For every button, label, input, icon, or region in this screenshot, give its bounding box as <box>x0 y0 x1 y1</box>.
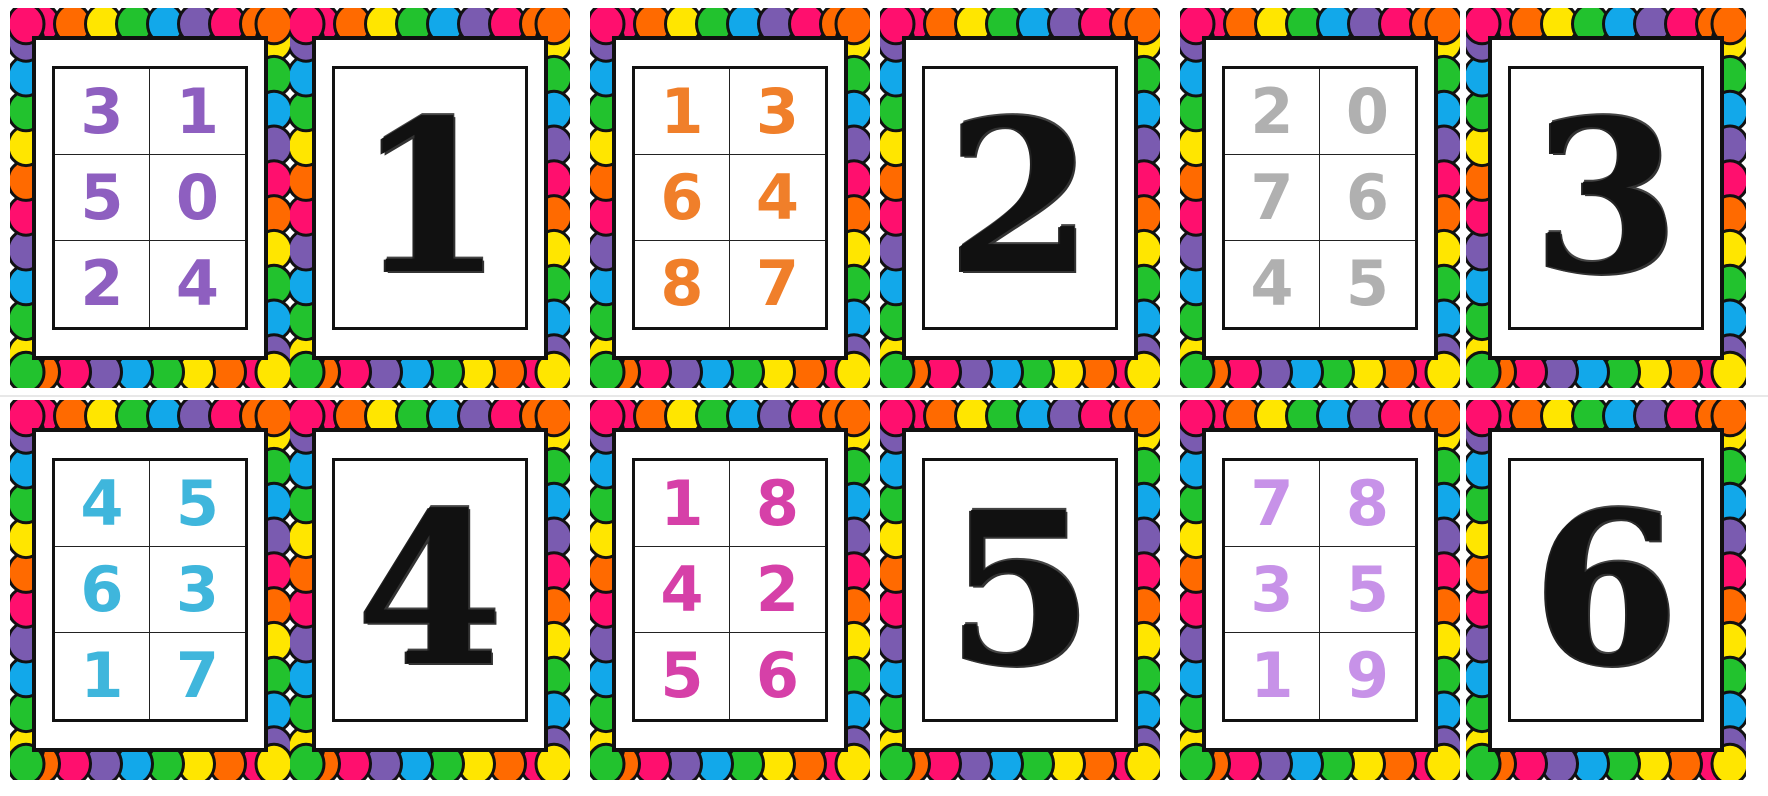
digit-cell: 4 <box>635 547 730 633</box>
digit-cell: 4 <box>1225 241 1320 327</box>
digit-cell: 0 <box>1320 69 1415 155</box>
digit-cell: 5 <box>55 155 150 241</box>
card-frame: 315024 <box>52 66 248 330</box>
big-number-card: 3 <box>1466 8 1746 388</box>
card-paper: 456317 <box>32 428 268 752</box>
card-frame: 184256 <box>632 458 828 722</box>
card-paper: 207645 <box>1202 36 1438 360</box>
digit-cell: 4 <box>730 155 825 241</box>
digit-cell: 6 <box>635 155 730 241</box>
card-frame: 207645 <box>1222 66 1418 330</box>
digit-cell: 6 <box>55 547 150 633</box>
card-paper: 5 <box>902 428 1138 752</box>
digit-cell: 1 <box>150 69 245 155</box>
digit-grid: 456317 <box>55 461 245 719</box>
number-grid-card: 783519 <box>1180 400 1460 780</box>
card-frame: 5 <box>922 458 1118 722</box>
flashcard-sheet: 3150241136487220764534563174184256578351… <box>0 0 1768 796</box>
digit-cell: 3 <box>1225 547 1320 633</box>
number-grid-card: 456317 <box>10 400 290 780</box>
card-paper: 783519 <box>1202 428 1438 752</box>
number-grid-card: 136487 <box>590 8 870 388</box>
digit-cell: 5 <box>635 633 730 719</box>
digit-cell: 8 <box>1320 461 1415 547</box>
digit-cell: 2 <box>55 241 150 327</box>
digit-cell: 0 <box>150 155 245 241</box>
card-paper: 6 <box>1488 428 1724 752</box>
digit-grid: 315024 <box>55 69 245 327</box>
digit-cell: 1 <box>635 461 730 547</box>
card-paper: 4 <box>312 428 548 752</box>
digit-cell: 4 <box>55 461 150 547</box>
card-frame: 136487 <box>632 66 828 330</box>
digit-grid: 783519 <box>1225 461 1415 719</box>
big-digit: 4 <box>356 466 504 713</box>
digit-cell: 2 <box>1225 69 1320 155</box>
digit-cell: 1 <box>1225 633 1320 719</box>
row-divider <box>0 395 1768 397</box>
big-digit: 1 <box>356 74 504 321</box>
digit-cell: 7 <box>1225 155 1320 241</box>
big-number-card: 1 <box>290 8 570 388</box>
card-paper: 1 <box>312 36 548 360</box>
digit-grid: 136487 <box>635 69 825 327</box>
digit-cell: 6 <box>755 639 800 712</box>
digit-cell: 9 <box>1345 639 1390 712</box>
card-frame: 456317 <box>52 458 248 722</box>
digit-grid: 207645 <box>1225 69 1415 327</box>
digit-cell: 3 <box>55 69 150 155</box>
card-frame: 783519 <box>1222 458 1418 722</box>
big-number-card: 2 <box>880 8 1160 388</box>
card-frame: 1 <box>332 66 528 330</box>
card-frame: 6 <box>1508 458 1704 722</box>
digit-cell: 5 <box>1345 247 1390 320</box>
digit-cell: 3 <box>150 547 245 633</box>
digit-cell: 1 <box>55 633 150 719</box>
digit-cell: 2 <box>730 547 825 633</box>
card-paper: 3 <box>1488 36 1724 360</box>
digit-grid: 184256 <box>635 461 825 719</box>
card-paper: 184256 <box>612 428 848 752</box>
digit-cell: 7 <box>175 639 220 712</box>
card-frame: 2 <box>922 66 1118 330</box>
big-digit: 5 <box>946 466 1094 713</box>
card-paper: 2 <box>902 36 1138 360</box>
digit-cell: 4 <box>175 247 220 320</box>
digit-cell: 7 <box>755 247 800 320</box>
digit-cell: 8 <box>635 241 730 327</box>
card-paper: 136487 <box>612 36 848 360</box>
big-number-card: 6 <box>1466 400 1746 780</box>
number-grid-card: 315024 <box>10 8 290 388</box>
big-digit: 3 <box>1532 74 1680 321</box>
big-number-card: 4 <box>290 400 570 780</box>
number-grid-card: 207645 <box>1180 8 1460 388</box>
digit-cell: 7 <box>1225 461 1320 547</box>
big-digit: 2 <box>946 74 1094 321</box>
card-frame: 3 <box>1508 66 1704 330</box>
big-number-card: 5 <box>880 400 1160 780</box>
digit-cell: 1 <box>635 69 730 155</box>
digit-cell: 5 <box>150 461 245 547</box>
digit-cell: 8 <box>730 461 825 547</box>
number-grid-card: 184256 <box>590 400 870 780</box>
big-digit: 6 <box>1532 466 1680 713</box>
digit-cell: 5 <box>1320 547 1415 633</box>
card-paper: 315024 <box>32 36 268 360</box>
card-frame: 4 <box>332 458 528 722</box>
digit-cell: 3 <box>730 69 825 155</box>
digit-cell: 6 <box>1320 155 1415 241</box>
